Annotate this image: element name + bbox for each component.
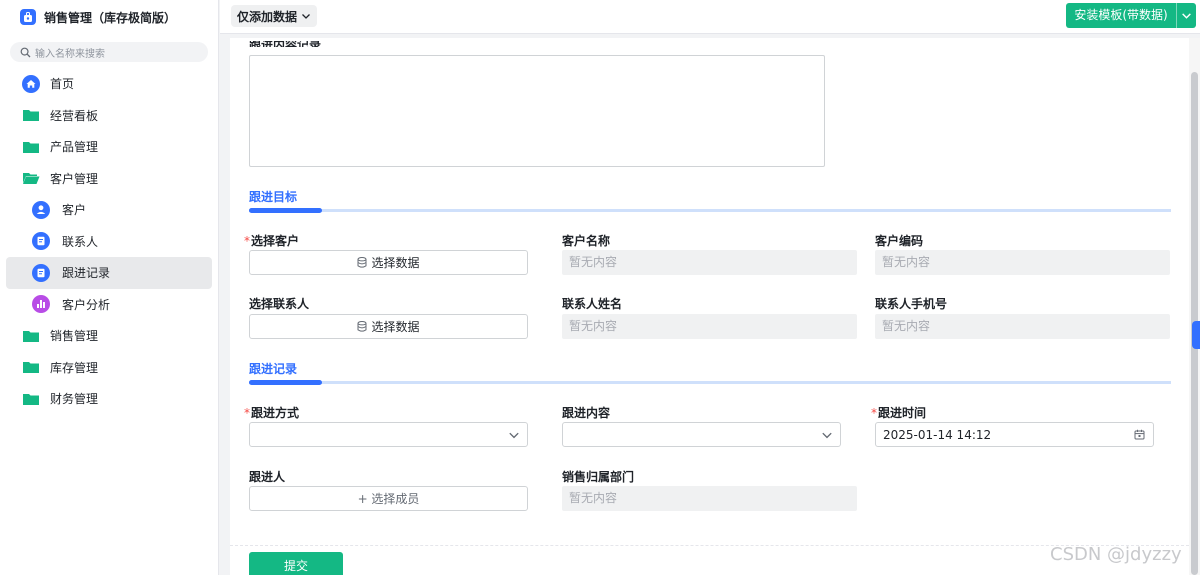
sales-department-label: 销售归属部门 [562,470,635,484]
sidebar-item-customer-management[interactable]: 客户管理 [6,163,212,195]
follow-up-content-select[interactable] [562,422,841,447]
folder-icon [23,110,39,122]
sidebar-item-label: 销售管理 [50,329,99,344]
sidebar-item-contacts[interactable]: 联系人 [6,226,212,258]
contact-name-label: 联系人姓名 [562,297,623,311]
app-logo-icon [20,9,36,25]
folder-open-icon [23,173,40,185]
select-contact-label: 选择联系人 [249,297,310,311]
calendar-icon [1134,429,1145,440]
follow-up-method-select[interactable] [249,422,528,447]
chevron-down-icon [302,14,310,19]
chart-icon [32,295,50,314]
submit-button[interactable]: 提交 [249,552,343,575]
select-data-label: 选择数据 [371,320,420,334]
install-template-button[interactable]: 安装模板(带数据) [1066,3,1196,28]
sidebar-item-home[interactable]: 首页 [6,68,212,100]
install-template-label: 安装模板(带数据) [1066,3,1177,28]
user-icon [32,200,50,219]
sidebar-item-dashboard[interactable]: 经营看板 [6,100,212,132]
follow-up-content-label: 跟进内容记录 [249,41,321,47]
form-footer-divider [230,545,1189,546]
form-icon [32,263,50,282]
contact-name-field: 暂无内容 [562,314,857,339]
search-icon [20,47,31,57]
section-title-target: 跟进目标 [249,190,298,204]
customer-name-field: 暂无内容 [562,250,857,275]
side-panel-toggle[interactable] [1192,321,1200,349]
app-title: 销售管理（库存极简版） [44,10,177,25]
contact-phone-field: 暂无内容 [875,314,1170,339]
folder-icon [23,362,39,374]
customer-code-field: 暂无内容 [875,250,1170,275]
select-customer-label: *选择客户 [244,234,300,248]
select-member-button[interactable]: + 选择成员 [249,486,528,511]
sidebar-item-label: 产品管理 [50,140,99,155]
customer-name-label: 客户名称 [562,234,611,248]
follow-up-time-picker[interactable]: 2025-01-14 14:12 [875,422,1154,447]
view-mode-dropdown[interactable]: 仅添加数据 [231,5,318,27]
sidebar-nav: 首页 经营看板 产品管理 客户管理 客户 联系人 跟进记录 客户分析 销售管理 … [0,68,218,415]
sidebar-item-label: 库存管理 [50,360,99,375]
search-placeholder: 输入名称来搜索 [35,48,105,60]
section-divider [249,208,1171,213]
sidebar-item-label: 客户管理 [50,171,99,186]
customer-code-label: 客户编码 [875,234,924,248]
sidebar-item-follow-up-records[interactable]: 跟进记录 [6,257,212,289]
home-icon [22,74,40,93]
sales-department-field: 暂无内容 [562,486,857,511]
sidebar-item-label: 首页 [50,77,75,92]
watermark: CSDN @jdyzzy [1050,544,1182,565]
sidebar-item-products[interactable]: 产品管理 [6,131,212,163]
sidebar-item-finance[interactable]: 财务管理 [6,383,212,415]
sidebar-item-label: 跟进记录 [62,266,111,281]
chevron-down-icon [1182,13,1191,19]
folder-icon [23,393,39,405]
topbar: 仅添加数据 安装模板(带数据) [220,0,1200,34]
follow-up-time-label: *跟进时间 [871,406,927,420]
folder-icon [23,141,39,153]
follow-up-content-textarea[interactable] [249,55,825,167]
sidebar-item-label: 经营看板 [50,108,99,123]
contact-phone-label: 联系人手机号 [875,297,948,311]
install-options-dropdown[interactable] [1177,10,1196,21]
select-member-label: + 选择成员 [357,492,420,506]
form-panel: 跟进内容记录 跟进目标 *选择客户 选择数据 客户名称 暂无内容 客户编码 暂无… [230,38,1189,575]
sidebar-item-label: 客户 [62,203,87,218]
sidebar-item-label: 客户分析 [62,297,111,312]
section-title-record: 跟进记录 [249,362,298,376]
follow-up-content-select-label: 跟进内容 [562,406,611,420]
sidebar-item-customer-analysis[interactable]: 客户分析 [6,289,212,321]
sidebar-item-inventory[interactable]: 库存管理 [6,352,212,384]
sidebar: 销售管理（库存极简版） 输入名称来搜索 首页 经营看板 产品管理 客户管理 客户… [0,0,219,575]
sidebar-item-customers[interactable]: 客户 [6,194,212,226]
folder-icon [23,330,39,342]
sidebar-item-label: 联系人 [62,234,99,249]
chevron-down-icon [509,432,519,438]
follow-up-method-label: *跟进方式 [244,406,300,420]
follow-up-person-label: 跟进人 [249,470,286,484]
search-input[interactable]: 输入名称来搜索 [10,42,208,62]
database-icon [357,321,367,332]
sidebar-item-sales[interactable]: 销售管理 [6,320,212,352]
follow-up-time-value: 2025-01-14 14:12 [883,427,992,442]
select-customer-button[interactable]: 选择数据 [249,250,528,275]
section-divider [249,380,1171,385]
select-data-label: 选择数据 [371,256,420,270]
view-mode-label: 仅添加数据 [237,9,298,24]
form-icon [32,232,50,251]
chevron-down-icon [822,432,832,438]
app-header: 销售管理（库存极简版） [0,0,218,34]
select-contact-button[interactable]: 选择数据 [249,314,528,339]
sidebar-item-label: 财务管理 [50,392,99,407]
database-icon [357,257,367,268]
